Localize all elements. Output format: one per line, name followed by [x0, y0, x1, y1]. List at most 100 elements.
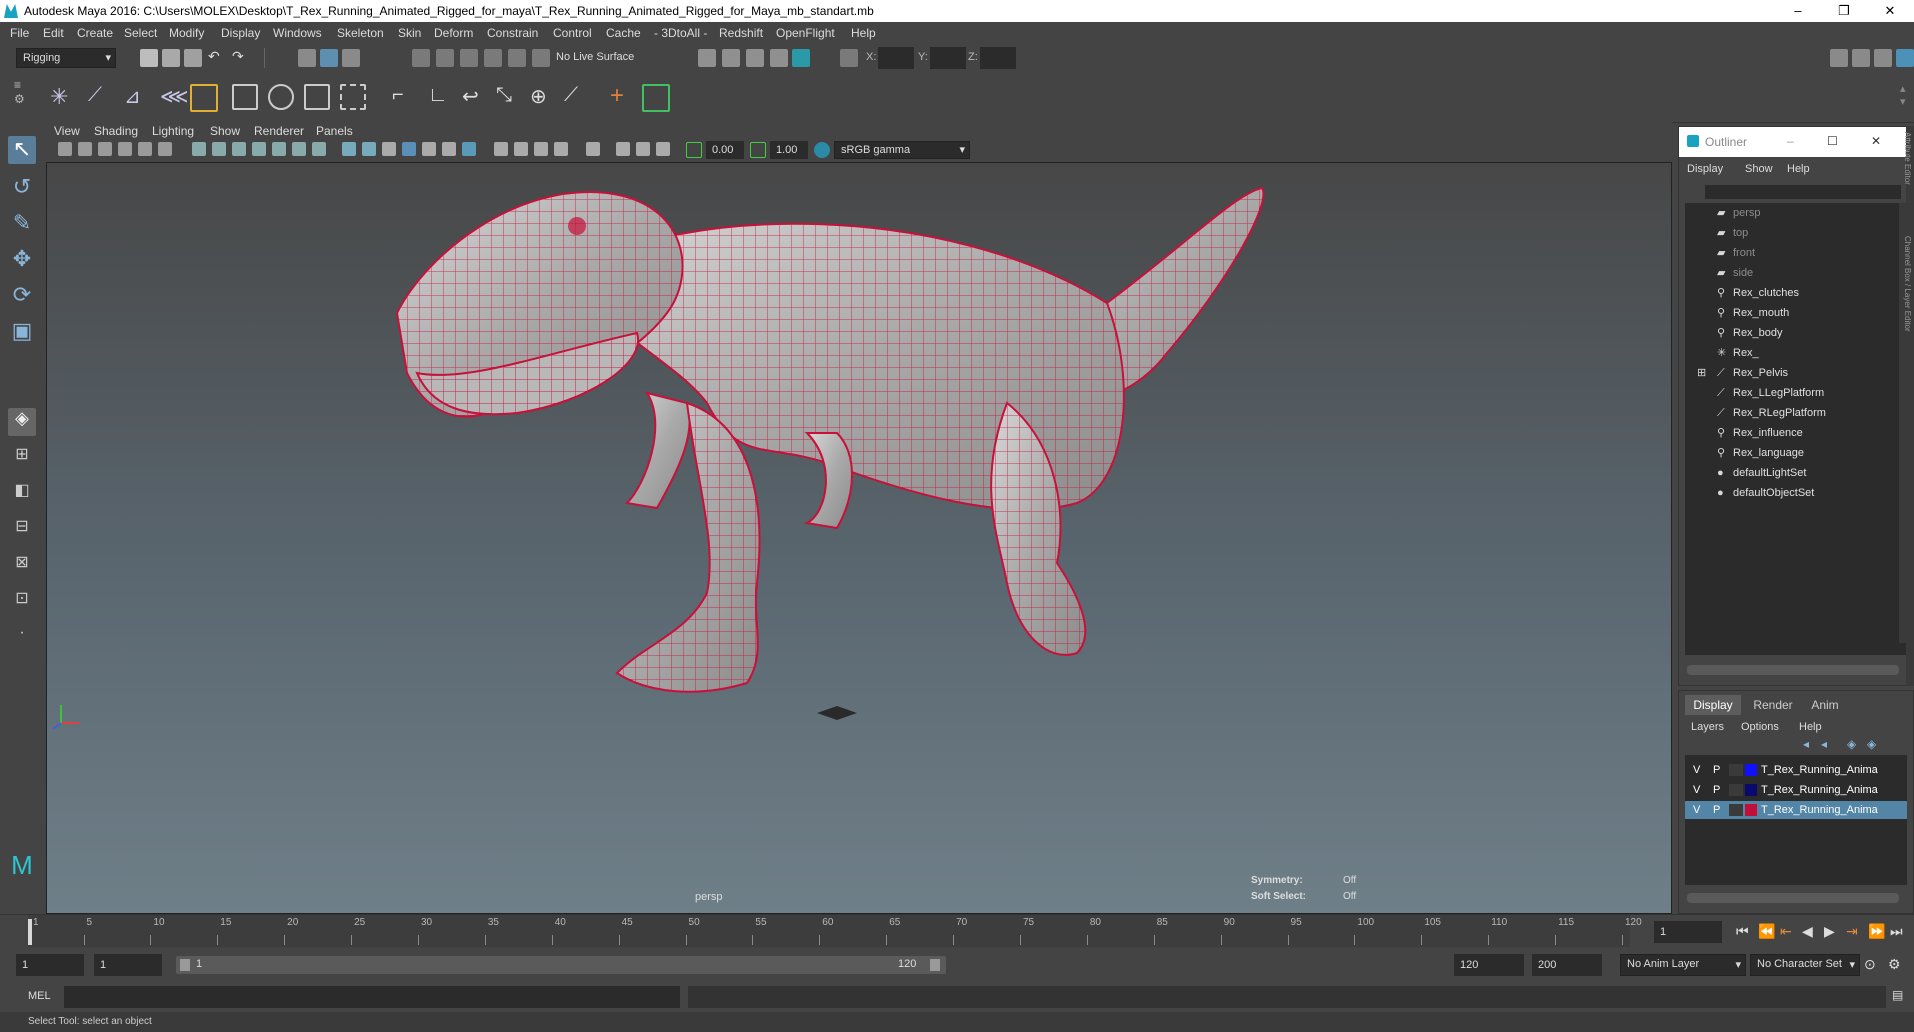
minimize-button[interactable]: – — [1775, 0, 1821, 22]
outliner-item[interactable]: Rex_ — [1733, 347, 1759, 359]
layer-row[interactable]: V P T_Rex_Running_Anima — [1685, 761, 1907, 779]
select-tool-icon[interactable]: ↖ — [8, 136, 36, 164]
viewport-persp[interactable]: persp Symmetry: Off Soft Select: Off — [46, 162, 1672, 914]
isolate-select-icon[interactable] — [586, 142, 600, 156]
shelf-scroll-icon[interactable]: ▴ ▾ — [1900, 82, 1910, 112]
menu-deform[interactable]: Deform — [434, 26, 473, 40]
new-layer-icon[interactable]: ◈ — [1847, 737, 1856, 751]
go-to-end-icon[interactable]: ⏭ — [1890, 923, 1903, 940]
vp-menu-show[interactable]: Show — [210, 124, 240, 138]
anim-layer-dropdown[interactable]: No Anim Layer ▾ — [1620, 954, 1746, 976]
snap-surface-icon[interactable] — [508, 49, 526, 67]
trex-model[interactable] — [47, 163, 1671, 913]
layer-playback-toggle[interactable]: P — [1713, 761, 1720, 779]
go-to-start-icon[interactable]: ⏮ — [1736, 923, 1749, 940]
ambient-occlusion-icon[interactable] — [514, 142, 528, 156]
layer-tab-render[interactable]: Render — [1747, 695, 1799, 715]
bookmark-icon[interactable] — [98, 142, 112, 156]
menu-cache[interactable]: Cache — [606, 26, 641, 40]
layer-row[interactable]: V P T_Rex_Running_Anima — [1685, 781, 1907, 799]
select-object-icon[interactable] — [320, 49, 338, 67]
undo-icon[interactable]: ↶ — [208, 48, 220, 65]
outliner-item[interactable]: Rex_LLegPlatform — [1733, 387, 1824, 399]
screen-space-icon[interactable] — [636, 142, 650, 156]
snap-plane-icon[interactable] — [484, 49, 502, 67]
layer-color-swatch[interactable] — [1745, 784, 1757, 796]
animation-preferences-icon[interactable]: ⚙ — [1888, 956, 1901, 973]
snap-point-icon[interactable] — [460, 49, 478, 67]
menu-redshift[interactable]: Redshift — [719, 26, 763, 40]
hud-icon[interactable] — [656, 142, 670, 156]
menu-file[interactable]: File — [10, 26, 29, 40]
expand-icon[interactable]: ⊞ — [1697, 367, 1709, 379]
ipr-render-icon[interactable] — [722, 49, 740, 67]
layer-tab-display[interactable]: Display — [1685, 695, 1741, 715]
outliner-minimize-icon[interactable]: – — [1787, 134, 1794, 148]
layers-menu-help[interactable]: Help — [1799, 721, 1822, 733]
snap-curve-icon[interactable] — [436, 49, 454, 67]
character-set-dropdown[interactable]: No Character Set ▾ — [1750, 954, 1860, 976]
select-component-icon[interactable] — [342, 49, 360, 67]
step-back-key-icon[interactable]: ⏪ — [1758, 923, 1775, 940]
play-backward-icon[interactable]: ◀ — [1802, 923, 1813, 940]
xray-icon[interactable] — [422, 142, 436, 156]
menu-constrain[interactable]: Constrain — [487, 26, 538, 40]
transform-mode-icon[interactable] — [840, 49, 858, 67]
ik-spline-icon[interactable]: ⊿ — [124, 84, 141, 109]
time-ruler[interactable]: 1 5 10 15 20 25 30 35 40 45 50 55 60 65 70 75 80 85 90 95 10… — [28, 915, 1642, 947]
step-forward-frame-icon[interactable]: ⇥ — [1846, 923, 1858, 940]
color-management-icon[interactable] — [814, 142, 830, 158]
layout-extra-icon[interactable]: ⊡ — [8, 588, 36, 616]
shadows-icon[interactable] — [494, 142, 508, 156]
bind-skin-icon[interactable]: ⋘ — [160, 84, 188, 109]
gate-mask-icon[interactable] — [252, 142, 266, 156]
animation-start-input[interactable]: 1 — [16, 954, 84, 976]
use-all-lights-icon[interactable] — [462, 142, 476, 156]
layer-tab-anim[interactable]: Anim — [1803, 695, 1847, 715]
camera-select-icon[interactable] — [58, 142, 72, 156]
shelf-menu-icon[interactable]: ≡ ⚙ — [14, 78, 28, 114]
ik-handle-icon[interactable]: ⟋ — [88, 84, 102, 107]
gamma-input[interactable]: 1.00 — [770, 141, 808, 159]
field-chart-icon[interactable] — [272, 142, 286, 156]
xray-joints-icon[interactable] — [442, 142, 456, 156]
range-bar[interactable]: 1 120 — [176, 956, 946, 974]
sculpt-deformer-icon[interactable] — [340, 84, 366, 110]
time-slider[interactable]: 1 5 10 15 20 25 30 35 40 45 50 55 60 65 70 75 80 85 90 95 10… — [0, 914, 1914, 951]
layer-type-toggle[interactable] — [1729, 784, 1743, 796]
hypershade-icon[interactable] — [770, 49, 788, 67]
menu-windows[interactable]: Windows — [273, 26, 322, 40]
layers-menu-options[interactable]: Options — [1741, 721, 1779, 733]
pole-vector-icon[interactable]: ⟋ — [564, 84, 578, 107]
smooth-shade-icon[interactable] — [362, 142, 376, 156]
move-layer-up-icon[interactable]: ◂ — [1803, 737, 1809, 751]
outliner-item[interactable]: defaultObjectSet — [1733, 487, 1814, 499]
outliner-item[interactable]: Rex_Pelvis — [1733, 367, 1788, 379]
menu-help[interactable]: Help — [851, 26, 876, 40]
layer-playback-toggle[interactable]: P — [1713, 781, 1720, 799]
scale-constraint-icon[interactable]: ⤡ — [496, 84, 512, 107]
resolution-gate-icon[interactable] — [232, 142, 246, 156]
side-tab-strip[interactable]: Attribute Editor Channel Box / Layer Edi… — [1903, 126, 1914, 686]
move-layer-down-icon[interactable]: ◂ — [1821, 737, 1827, 751]
menu-skin[interactable]: Skin — [398, 26, 421, 40]
layer-color-swatch[interactable] — [1745, 804, 1757, 816]
tool-settings-toggle-icon[interactable] — [1874, 49, 1892, 67]
persp-graph-icon[interactable]: ⊟ — [8, 516, 36, 544]
layer-hscrollbar[interactable] — [1687, 893, 1899, 903]
2d-pan-zoom-icon[interactable] — [138, 142, 152, 156]
lattice-icon[interactable] — [232, 84, 258, 110]
outliner-item[interactable]: top — [1733, 227, 1748, 239]
outliner-item[interactable]: persp — [1733, 207, 1761, 219]
command-language-label[interactable]: MEL — [28, 990, 51, 1002]
view-transform-dropdown[interactable]: sRGB gamma ▾ — [834, 141, 970, 159]
antialiasing-icon[interactable] — [554, 142, 568, 156]
lasso-tool-icon[interactable]: ↺ — [8, 174, 36, 202]
snap-grid-icon[interactable] — [412, 49, 430, 67]
select-hierarchy-icon[interactable] — [298, 49, 316, 67]
paint-weights-icon[interactable] — [190, 84, 218, 112]
y-input[interactable] — [930, 47, 966, 69]
paint-select-icon[interactable]: ✎ — [8, 210, 36, 238]
channel-box-tab[interactable]: Channel Box / Layer Editor — [1903, 236, 1912, 332]
attribute-editor-toggle-icon[interactable] — [1852, 49, 1870, 67]
